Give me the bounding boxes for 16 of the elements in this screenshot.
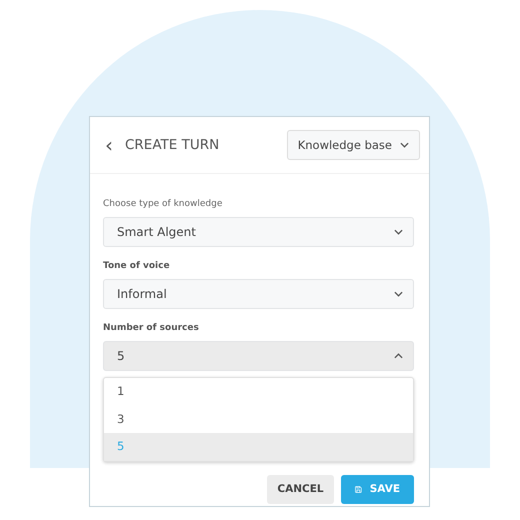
field-label: Choose type of knowledge <box>103 199 224 209</box>
field-label: Tone of voice <box>103 261 171 271</box>
select-field[interactable]: Smart Algent <box>103 217 414 247</box>
dialog-title: CREATE TURN <box>125 137 220 153</box>
cancel-button[interactable]: CANCEL <box>267 474 334 504</box>
chevron-down-icon <box>394 229 403 235</box>
chevron-down-icon <box>400 142 409 148</box>
chevron-up-icon <box>394 353 403 359</box>
mode-dropdown[interactable]: Knowledge base <box>286 130 420 160</box>
dropdown-option[interactable]: 1 <box>104 378 413 406</box>
select-field[interactable]: Informal <box>103 279 414 309</box>
select-field[interactable]: 5 <box>103 341 414 371</box>
back-button[interactable]: ‹ <box>103 135 115 155</box>
field-label: Number of sources <box>103 323 200 333</box>
dropdown-option[interactable]: 3 <box>104 406 413 433</box>
chevron-down-icon <box>394 291 403 297</box>
